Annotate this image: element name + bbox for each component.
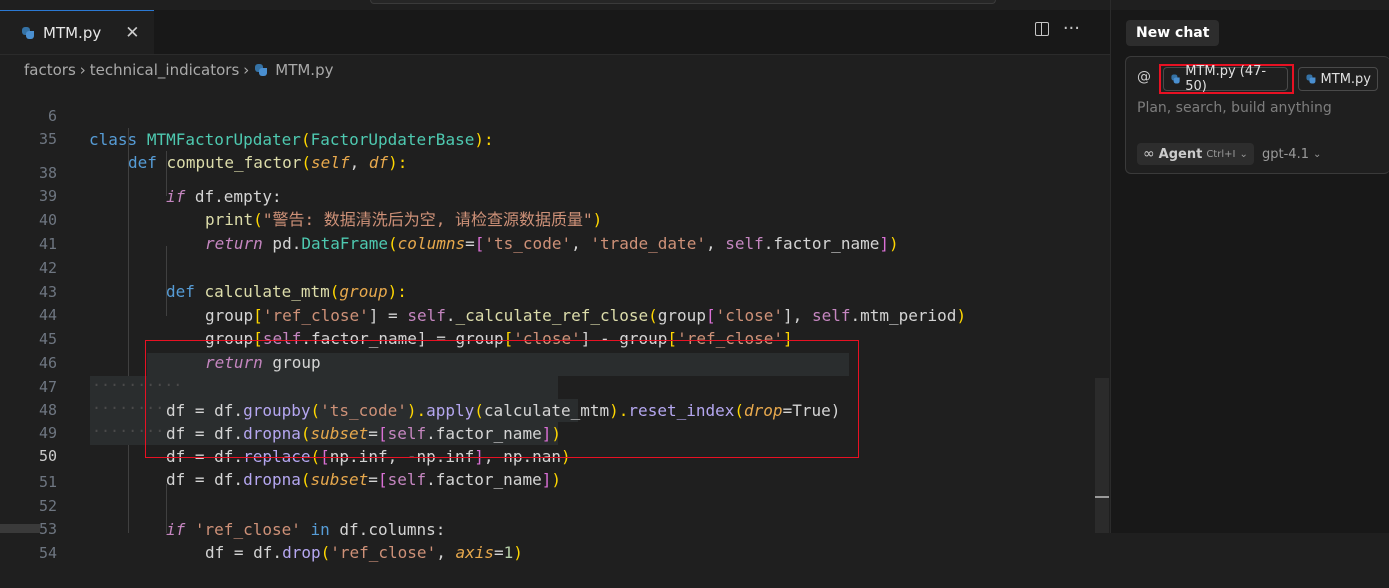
horizontal-scrollbar-thumb[interactable]	[0, 524, 40, 533]
code-line: 53 df = df.drop('ref_close', axis=1)	[0, 495, 1095, 562]
context-chip-label: MTM.py (47-50)	[1185, 64, 1267, 94]
scrollbar-cursor-marker	[1095, 496, 1109, 498]
model-label: gpt-4.1	[1262, 146, 1309, 162]
context-chip-file[interactable]: MTM.py	[1298, 67, 1378, 91]
chevron-right-icon: ›	[243, 61, 250, 79]
code-line: 6 class MTMFactorUpdater(FactorUpdaterBa…	[0, 82, 1095, 149]
infinity-icon: ∞	[1143, 146, 1155, 162]
new-chat-tab[interactable]: New chat	[1126, 20, 1220, 46]
python-file-icon	[1306, 74, 1315, 84]
code-line: 42 def calculate_mtm(group):	[0, 234, 1095, 301]
code-line: 40 return pd.DataFrame(columns=['ts_code…	[0, 186, 1095, 253]
python-file-icon	[1171, 74, 1180, 84]
scrollbar-thumb[interactable]	[1095, 378, 1109, 533]
chevron-down-icon: ⌄	[1312, 148, 1322, 160]
close-icon[interactable]: ✕	[125, 23, 139, 43]
chat-placeholder[interactable]: Plan, search, build anything	[1137, 100, 1332, 116]
code-editor[interactable]: ·········· ·········· ·········· 6 class…	[0, 82, 1095, 562]
tab-label: MTM.py	[43, 23, 102, 42]
code-text: df = df.drop('ref_close', axis=1)	[205, 543, 523, 562]
code-line: 35 def compute_factor(self, df):	[0, 105, 1095, 172]
chat-input-box[interactable]: @ MTM.py (47-50) MTM.py Plan, search, bu…	[1125, 56, 1389, 174]
chat-panel: New chat @ MTM.py (47-50) MTM.py Plan, s…	[1110, 0, 1389, 533]
tab-bar: MTM.py ✕ ···	[0, 10, 1110, 55]
selection-highlight-box	[145, 340, 859, 458]
breadcrumb: factors › technical_indicators › MTM.py	[24, 60, 333, 80]
chat-panel-header	[1111, 0, 1389, 10]
code-line: 44 group[self.factor_name] = group['clos…	[0, 281, 1095, 348]
chevron-right-icon: ›	[79, 61, 86, 79]
command-center-bar[interactable]	[370, 0, 996, 4]
tab-mtm-py[interactable]: MTM.py ✕	[0, 10, 154, 54]
agent-mode-label: Agent	[1158, 146, 1203, 162]
code-line: 43 group['ref_close'] = self._calculate_…	[0, 258, 1095, 325]
code-line: 54	[0, 519, 1095, 562]
agent-mode-dropdown[interactable]: ∞ Agent Ctrl+I ⌄	[1137, 143, 1254, 165]
editor-area: MTM.py ✕ ··· factors › technical_indicat…	[0, 0, 1110, 562]
code-line: 52 if 'ref_close' in df.columns:	[0, 472, 1095, 539]
code-line: 41	[0, 210, 1095, 253]
agent-shortcut: Ctrl+I	[1206, 148, 1236, 160]
editor-actions: ···	[1034, 20, 1080, 38]
code-line: 38 if df.empty:	[0, 139, 1095, 206]
python-file-icon	[255, 64, 268, 76]
chevron-down-icon: ⌄	[1239, 148, 1248, 160]
code-line: 39 print("警告: 数据清洗后为空, 请检查源数据质量")	[0, 162, 1095, 229]
context-chip-label: MTM.py	[1320, 71, 1371, 87]
code-line: 45 return group	[0, 305, 1095, 372]
breadcrumb-item-technical-indicators[interactable]: technical_indicators	[90, 61, 240, 79]
more-actions-icon[interactable]: ···	[1063, 20, 1080, 38]
breadcrumb-item-factors[interactable]: factors	[24, 61, 76, 79]
mention-icon[interactable]: @	[1137, 69, 1151, 85]
breadcrumb-item-file[interactable]: MTM.py	[275, 61, 333, 79]
line-number: 54	[38, 544, 57, 562]
context-chip-selection[interactable]: MTM.py (47-50)	[1163, 64, 1288, 94]
python-file-icon	[22, 26, 34, 39]
model-dropdown[interactable]: gpt-4.1 ⌄	[1262, 143, 1321, 165]
split-editor-icon[interactable]	[1034, 22, 1049, 36]
